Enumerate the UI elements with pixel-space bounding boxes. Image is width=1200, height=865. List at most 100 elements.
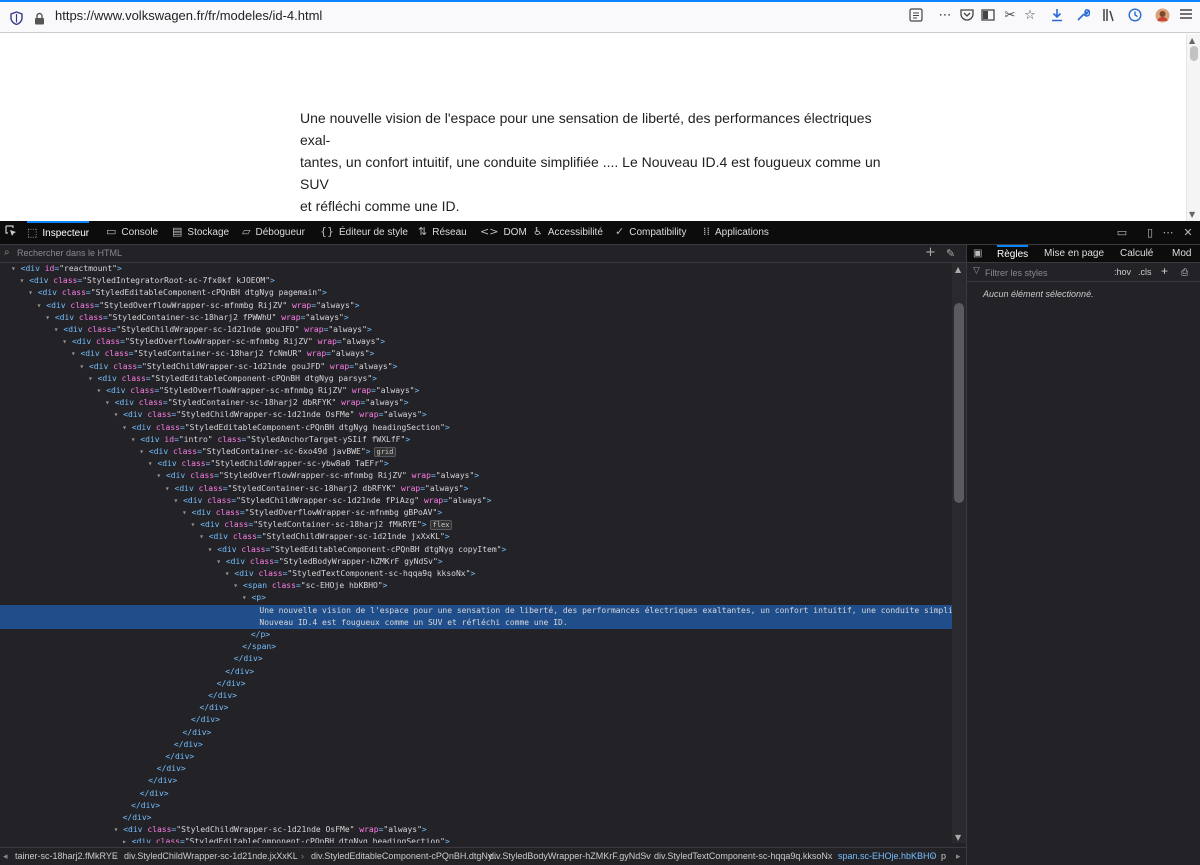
markup-node[interactable]: ▾ <div class="StyledChildWrapper-sc-1d21… [0, 495, 952, 507]
breadcrumb-scroll-left-icon[interactable]: ◂ [3, 848, 8, 865]
expand-triangle-icon[interactable]: ▾ [88, 374, 98, 383]
markup-node[interactable]: ▾ <span class="sc-EHOje hbKBHO"> [0, 580, 952, 592]
tab-calcule[interactable]: Calculé [1120, 245, 1153, 263]
add-node-icon[interactable]: + [925, 245, 936, 260]
breadcrumb-item[interactable]: span.sc-EHOje.hbKBHO [838, 848, 937, 865]
library-icon[interactable] [1101, 8, 1117, 24]
expand-triangle-icon[interactable]: ▾ [216, 557, 226, 566]
sidebar-toggle-icon[interactable]: ▣ [973, 245, 982, 263]
markup-node[interactable]: </div> [0, 763, 952, 775]
markup-node[interactable]: ▾ <div class="StyledChildWrapper-sc-1d21… [0, 324, 952, 336]
markup-node[interactable]: ▾ <div class="StyledEditableComponent-cP… [0, 422, 952, 434]
expand-triangle-icon[interactable]: ▾ [37, 301, 47, 310]
markup-node[interactable]: ▾ <div class="StyledOverflowWrapper-sc-m… [0, 507, 952, 519]
expand-triangle-icon[interactable]: ▾ [139, 447, 149, 456]
shield-icon[interactable] [10, 10, 23, 29]
markup-node[interactable]: </div> [0, 714, 952, 726]
selected-node-text[interactable]: Une nouvelle vision de l'espace pour une… [0, 604, 952, 617]
breadcrumb-item[interactable]: div.StyledChildWrapper-sc-1d21nde.jxXxKL [124, 848, 298, 865]
markup-node[interactable]: ▾ <div class="StyledEditableComponent-cP… [0, 373, 952, 385]
expand-triangle-icon[interactable]: ▾ [122, 423, 132, 432]
devtools-close-icon[interactable]: ✕ [1180, 225, 1196, 241]
markup-node[interactable]: ▾ <div class="StyledOverflowWrapper-sc-m… [0, 300, 952, 312]
markup-scrollbar[interactable]: ▲ ▼ [952, 263, 966, 843]
expand-triangle-icon[interactable]: ▾ [54, 325, 64, 334]
expand-triangle-icon[interactable]: ▾ [105, 398, 115, 407]
hov-toggle[interactable]: :hov [1114, 267, 1131, 277]
expand-triangle-icon[interactable]: ▾ [79, 362, 89, 371]
tab-applications[interactable]: ⁞⁞ Applications [703, 221, 769, 245]
tools-icon[interactable] [1075, 8, 1091, 24]
expand-triangle-icon[interactable]: ▾ [182, 508, 192, 517]
expand-triangle-icon[interactable]: ▾ [131, 435, 141, 444]
markup-node[interactable]: </div> [0, 727, 952, 739]
scroll-down-arrow-icon[interactable]: ▼ [1189, 210, 1195, 219]
url-field[interactable]: https://www.volkswagen.fr/fr/modeles/id-… [55, 8, 322, 23]
markup-node[interactable]: </div> [0, 800, 952, 812]
expand-triangle-icon[interactable]: ▾ [97, 386, 107, 395]
more-icon[interactable]: ⋯ [937, 8, 953, 24]
expand-triangle-icon[interactable]: ▾ [165, 484, 175, 493]
tab-console[interactable]: ▭ Console [106, 221, 158, 245]
page-scrollbar-thumb[interactable] [1190, 46, 1198, 61]
history-icon[interactable] [1127, 8, 1143, 24]
expand-triangle-icon[interactable]: ▾ [191, 520, 201, 529]
markup-node[interactable]: ▾ <div class="StyledOverflowWrapper-sc-m… [0, 470, 952, 482]
markup-node[interactable]: </div> [0, 739, 952, 751]
screenshot-icon[interactable]: ✂ [1002, 8, 1018, 24]
markup-node[interactable]: ▾ <div class="StyledContainer-sc-18harj2… [0, 483, 952, 495]
tab-inspecteur[interactable]: ⬚ Inspecteur [27, 221, 90, 245]
breadcrumb-item[interactable]: div.StyledEditableComponent-cPQnBH.dtgNy… [311, 848, 499, 865]
reading-list-icon[interactable] [980, 8, 996, 24]
markup-node[interactable]: ▾ <div class="StyledContainer-sc-6xo49d … [0, 446, 952, 458]
tab-dom[interactable]: <> DOM [480, 221, 527, 245]
tab-modifications[interactable]: Mod [1172, 245, 1191, 263]
markup-node[interactable]: ▾ <p> [0, 592, 952, 604]
markup-node[interactable]: </div> [0, 702, 952, 714]
expand-triangle-icon[interactable]: ▾ [20, 276, 30, 285]
markup-node[interactable]: ▾ <div class="StyledOverflowWrapper-sc-m… [0, 385, 952, 397]
markup-node[interactable]: </p> [0, 629, 952, 641]
pocket-icon[interactable] [959, 8, 975, 24]
expand-triangle-icon[interactable]: ▾ [45, 313, 55, 322]
markup-node[interactable]: ▾ <div class="StyledIntegratorRoot-sc-7f… [0, 275, 952, 287]
breadcrumb-item[interactable]: div.StyledBodyWrapper-hZMKrF.gyNdSv [489, 848, 651, 865]
expand-triangle-icon[interactable]: ▾ [225, 569, 235, 578]
add-rule-icon[interactable]: + [1161, 264, 1168, 278]
markup-node[interactable]: ▸ <div class="StyledEditableComponent-cP… [0, 836, 952, 843]
flex-badge[interactable]: flex [429, 520, 453, 531]
breadcrumb-item[interactable]: p [941, 848, 946, 865]
markup-scrollbar-thumb[interactable] [954, 303, 964, 503]
expand-triangle-icon[interactable]: ▾ [208, 545, 218, 554]
cls-toggle[interactable]: .cls [1138, 267, 1152, 277]
devtools-more-icon[interactable]: ⋯ [1160, 225, 1176, 241]
breadcrumb-item[interactable]: tainer-sc-18harj2.fMkRYE [15, 848, 118, 865]
markup-node[interactable]: </div> [0, 666, 952, 678]
markup-node[interactable]: ▾ <div class="StyledChildWrapper-sc-1d21… [0, 531, 952, 543]
bookmark-star-icon[interactable]: ☆ [1022, 8, 1038, 24]
expand-triangle-icon[interactable]: ▾ [114, 410, 124, 419]
tab-accessibilite[interactable]: ♿ Accessibilité [533, 221, 603, 245]
html-search-input[interactable]: Rechercher dans le HTML [17, 248, 122, 258]
styles-filter-input[interactable]: Filtrer les styles [985, 268, 1048, 278]
markup-node[interactable]: ▾ <div class="StyledOverflowWrapper-sc-m… [0, 336, 952, 348]
markup-node[interactable]: </span> [0, 641, 952, 653]
tab-compatibility[interactable]: ✓ Compatibility [615, 221, 686, 245]
expand-triangle-icon[interactable]: ▾ [156, 471, 166, 480]
markup-node[interactable]: ▾ <div class="StyledBodyWrapper-hZMKrF g… [0, 556, 952, 568]
collapse-triangle-icon[interactable]: ▸ [122, 837, 132, 843]
markup-node[interactable]: </div> [0, 788, 952, 800]
avatar[interactable] [1154, 8, 1170, 24]
scroll-down-arrow-icon[interactable]: ▼ [955, 833, 961, 842]
eyedropper-icon[interactable]: ✎ [946, 247, 955, 260]
reader-view-icon[interactable] [908, 8, 924, 24]
markup-node[interactable]: </div> [0, 812, 952, 824]
element-picker-icon[interactable] [3, 225, 19, 241]
tab-stockage[interactable]: ▤ Stockage [172, 221, 229, 245]
markup-node[interactable]: </div> [0, 678, 952, 690]
tab-editeur-de-style[interactable]: {} Éditeur de style [320, 221, 408, 245]
markup-node[interactable]: ▾ <div class="StyledContainer-sc-18harj2… [0, 312, 952, 324]
markup-node[interactable]: ▾ <div id="intro" class="StyledAnchorTar… [0, 434, 952, 446]
scroll-up-arrow-icon[interactable]: ▲ [955, 265, 961, 274]
expand-triangle-icon[interactable]: ▾ [233, 581, 243, 590]
